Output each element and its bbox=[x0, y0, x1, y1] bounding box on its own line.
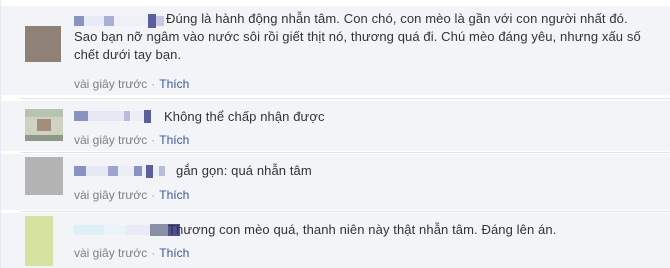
comment-meta: vài giây trước · Thích bbox=[74, 188, 189, 202]
comment-meta: vài giây trước · Thích bbox=[74, 133, 189, 147]
meta-separator: · bbox=[151, 188, 156, 202]
comment-meta: vài giây trước · Thích bbox=[74, 77, 189, 91]
meta-separator: · bbox=[151, 246, 156, 260]
divider bbox=[21, 152, 670, 153]
comment-item: gắn gọn: quá nhẫn tâm vài giây trước · Thí… bbox=[1, 154, 670, 210]
comment-timestamp[interactable]: vài giây trước bbox=[74, 246, 147, 260]
comment-item: Đúng là hành động nhẫn tâm. Con chó, con… bbox=[1, 6, 670, 95]
meta-separator: · bbox=[151, 133, 156, 147]
redacted-commenter-name[interactable] bbox=[74, 164, 165, 178]
comment-text: Thương con mèo quá, thanh niên này thật … bbox=[168, 222, 557, 237]
avatar[interactable] bbox=[25, 26, 61, 62]
comment-text: Đúng là hành động nhẫn tâm. Con chó, con… bbox=[74, 11, 641, 62]
divider bbox=[21, 98, 670, 99]
like-link[interactable]: Thích bbox=[159, 133, 189, 147]
comment-timestamp[interactable]: vài giây trước bbox=[74, 77, 147, 91]
comment-list: Đúng là hành động nhẫn tâm. Con chó, con… bbox=[0, 0, 670, 268]
redacted-commenter-name[interactable] bbox=[74, 223, 180, 237]
comment-timestamp[interactable]: vài giây trước bbox=[74, 133, 147, 147]
redacted-commenter-name[interactable] bbox=[74, 109, 151, 123]
divider bbox=[21, 211, 670, 212]
like-link[interactable]: Thích bbox=[159, 77, 189, 91]
comment-item: Thương con mèo quá, thanh niên này thật … bbox=[1, 213, 670, 268]
comment-text: gắn gọn: quá nhẫn tâm bbox=[176, 163, 312, 178]
avatar[interactable] bbox=[25, 109, 63, 141]
comment-item: Không thể chấp nhận được vài giây trước ·… bbox=[1, 101, 670, 151]
avatar[interactable] bbox=[25, 157, 63, 195]
comment-text: Không thể chấp nhận được bbox=[164, 109, 325, 124]
avatar[interactable] bbox=[25, 216, 53, 266]
comment-timestamp[interactable]: vài giây trước bbox=[74, 188, 147, 202]
like-link[interactable]: Thích bbox=[159, 246, 189, 260]
meta-separator: · bbox=[151, 77, 156, 91]
like-link[interactable]: Thích bbox=[159, 188, 189, 202]
comment-meta: vài giây trước · Thích bbox=[74, 246, 189, 260]
